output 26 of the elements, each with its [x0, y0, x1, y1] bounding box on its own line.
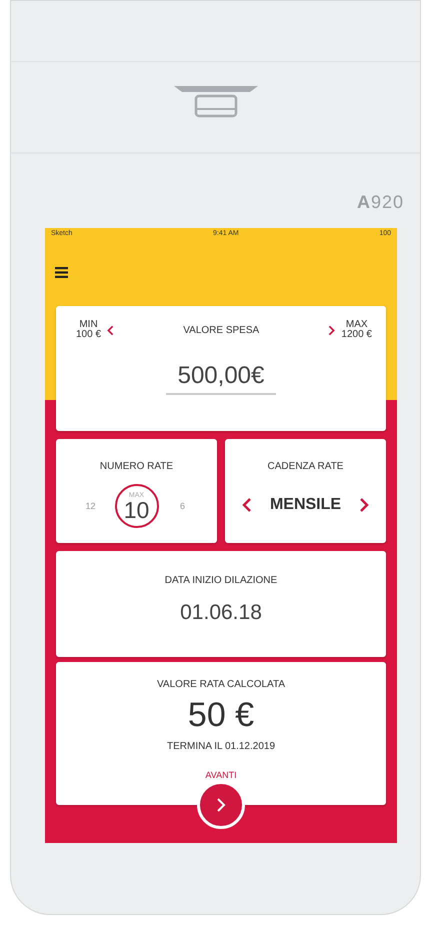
max-label: MAX [346, 320, 368, 330]
installment-option[interactable]: 6 [170, 501, 194, 511]
installments-title: NUMERO RATE [100, 461, 174, 472]
menu-icon[interactable] [55, 266, 68, 278]
decrease-chevron-icon[interactable] [107, 324, 114, 336]
amount-title: VALORE SPESA [183, 324, 260, 336]
next-link[interactable]: AVANTI [205, 770, 237, 780]
previous-chevron-icon[interactable] [242, 497, 252, 513]
result-title: VALORE RATA CALCOLATA [157, 679, 285, 690]
amount-field[interactable]: 500,00€ [166, 362, 276, 395]
min-label: MIN [79, 320, 98, 330]
installment-option[interactable]: 12 [78, 501, 102, 511]
installment-amount: 50 € [188, 696, 254, 735]
max-value: 1200 € [341, 330, 372, 340]
start-date-title: DATA INIZIO DILAZIONE [164, 575, 278, 586]
installment-count: 10 [124, 498, 150, 520]
model-label: A920 [356, 192, 404, 213]
end-date-note: TERMINA IL 01.12.2019 [166, 741, 276, 752]
chevron-right-icon [215, 797, 227, 813]
frequency-value: MENSILE [270, 496, 342, 514]
card-slot-icon [174, 84, 258, 118]
start-date-value: 01.06.18 [180, 601, 262, 625]
next-chevron-icon[interactable] [359, 497, 370, 513]
min-value: 100 € [76, 330, 102, 340]
frequency-title: CADENZA RATE [268, 461, 344, 472]
increase-chevron-icon[interactable] [328, 324, 336, 336]
